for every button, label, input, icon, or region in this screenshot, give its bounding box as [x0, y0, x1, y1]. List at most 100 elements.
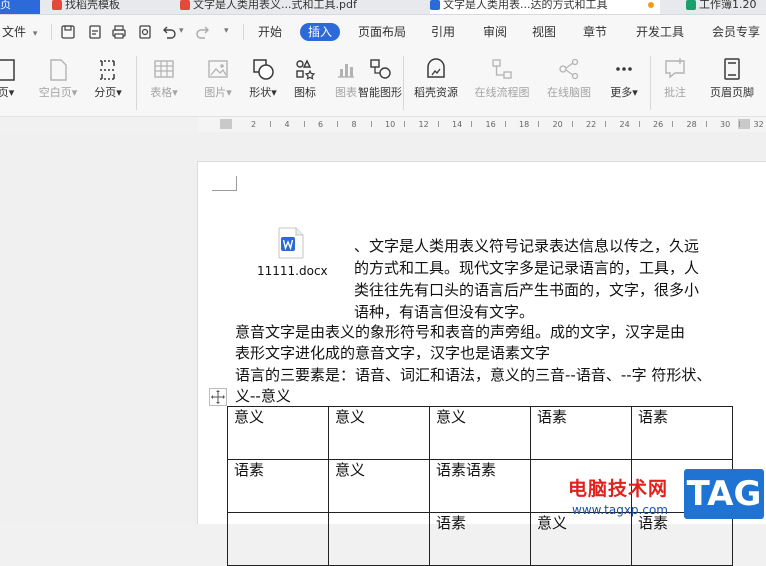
toolbar-button-label: 在线流程图 [474, 86, 530, 99]
chevron-down-icon: ▾ [32, 29, 38, 39]
ribbon-toolbar: 页▾ 空白页▾ 分页▾ 表格▾ 图片▾ 形状▾ 图标 图表 智能图形 稻壳资源 在线流程图 在线脑图更… [0, 50, 766, 117]
toolbar-shape-button[interactable]: 形状▾ [239, 50, 287, 116]
toolbar-button-label: 批注 [664, 86, 686, 99]
menu-tab-0[interactable]: 开始 [258, 24, 282, 40]
print-preview-icon[interactable] [137, 24, 153, 40]
toolbar-flowchart-button[interactable]: 在线流程图 [475, 50, 530, 116]
pdf-file-icon [180, 0, 190, 10]
save-icon[interactable] [60, 24, 76, 40]
toolbar-docer-resource-button[interactable]: 稻壳资源 [412, 50, 460, 116]
docx-file-icon[interactable] [277, 227, 305, 259]
print-icon[interactable] [111, 24, 127, 40]
comment-icon [665, 58, 685, 79]
divider [650, 56, 651, 110]
paragraph-line: 类往往先有口头的语言后产生书面的，文字，很多小 [354, 281, 700, 299]
tab-home[interactable]: 页 [0, 0, 40, 14]
toolbar-smart-art-button[interactable]: 智能图形 [356, 50, 404, 116]
table-cell[interactable]: 语素 [429, 512, 531, 566]
table-cell[interactable]: 意义 [530, 512, 632, 566]
icon-library-icon [296, 59, 316, 80]
ruler-tick-label: 16 [485, 120, 496, 129]
paragraph-line: 语言的三要素是：语音、词汇和语法，意义的三音--语音、--字 符形状、 [235, 366, 712, 384]
divider [51, 24, 52, 40]
divider [243, 24, 244, 40]
toolbar-table-button[interactable]: 表格▾ [140, 50, 188, 116]
menu-tab-8[interactable]: 会员专享 [712, 24, 760, 40]
ruler-tick-mark [705, 121, 707, 127]
export-pdf-icon[interactable] [87, 24, 103, 40]
site-watermark: 电脑技术网 [568, 478, 669, 500]
toolbar-blank-page-button[interactable]: 空白页▾ [34, 50, 82, 116]
toolbar-mindmap-button[interactable]: 在线脑图 [545, 50, 593, 116]
attachment-filename[interactable]: 11111.docx [257, 264, 328, 278]
crop-mark [212, 176, 237, 191]
ruler-tick-label: 8 [351, 120, 357, 129]
table-cell[interactable]: 意义 [227, 406, 329, 460]
toolbar-button-label: 分页▾ [94, 86, 122, 99]
sheet-file-icon [686, 0, 696, 10]
toolbar-button-label: 稻壳资源 [414, 86, 458, 99]
tab-label: 文字是人类用表义...式和工具.pdf [193, 0, 357, 11]
table-cell[interactable]: 意义 [328, 459, 430, 513]
toolbar-more-button[interactable]: 更多▾ [600, 50, 648, 116]
toolbar-header-footer-button[interactable]: 页眉页脚 [708, 50, 756, 116]
horizontal-ruler[interactable]: 2 4 6 8 10 12 14 16 18 20 22 24 26 28 30 32 [198, 117, 766, 132]
ruler-tick-mark [638, 121, 640, 127]
toolbar-picture-button[interactable]: 图片▾ [194, 50, 242, 116]
docer-logo-icon [52, 0, 62, 10]
table-cell[interactable]: 语素 [631, 512, 733, 566]
table-cell[interactable]: 语素语素 [429, 459, 531, 513]
tab-active-document[interactable]: 文字是人类用表...达的方式和工具 [430, 0, 660, 14]
table-cell[interactable]: 语素 [530, 406, 632, 460]
header-footer-icon [724, 58, 740, 80]
tab-spreadsheet[interactable]: 工作簿1.20 [686, 0, 766, 14]
table-cell[interactable]: 语素 [631, 406, 733, 460]
table-cell[interactable]: 语素 [227, 459, 329, 513]
ruler-tick-label: 12 [418, 120, 429, 129]
smart-art-icon [370, 59, 391, 79]
ruler-tick-mark [739, 121, 740, 127]
paragraph-line: 义--意义 [235, 387, 291, 405]
tab-template-store[interactable]: 找稻壳模板 [52, 0, 162, 14]
table-cell[interactable] [227, 512, 329, 566]
ruler-tick-mark [337, 121, 338, 127]
page-break-icon [100, 60, 116, 80]
unsaved-dot-icon [648, 2, 654, 8]
menu-tab-5[interactable]: 视图 [532, 24, 556, 40]
menu-tab-4[interactable]: 审阅 [483, 24, 507, 40]
undo-icon[interactable] [161, 24, 177, 40]
menu-bar: 文件 ▾ ▾ ▾ 开始 插入 页面布局 引用 审阅 视图 章节 开发工具 会员专享 [0, 15, 766, 50]
table-cell[interactable] [328, 512, 430, 566]
ruler-tick-mark [504, 121, 506, 127]
customize-toolbar-icon[interactable]: ▾ [224, 26, 229, 36]
flowchart-icon [492, 59, 512, 79]
menu-tab-3[interactable]: 引用 [431, 24, 455, 40]
ruler-tick-mark [370, 121, 372, 127]
menu-tab-6[interactable]: 章节 [583, 24, 607, 40]
ruler-tick-mark [303, 121, 305, 127]
table-cell[interactable]: 意义 [328, 406, 430, 460]
ruler-tick-label: 32 [753, 120, 764, 129]
more-icon [616, 67, 632, 71]
divider [403, 56, 404, 110]
table-cell[interactable]: 意义 [429, 406, 531, 460]
ruler-tick-label: 6 [318, 120, 324, 129]
undo-dropdown-icon[interactable]: ▾ [179, 26, 184, 36]
toolbar-page-button[interactable]: 页▾ [0, 50, 30, 116]
tab-label: 文字是人类用表...达的方式和工具 [443, 0, 608, 11]
menu-tab-1[interactable]: 插入 [300, 23, 341, 41]
toolbar-comment-button[interactable]: 批注 [651, 50, 699, 116]
toolbar-page-break-button[interactable]: 分页▾ [84, 50, 132, 116]
redo-icon[interactable] [195, 24, 211, 40]
tab-pdf-document[interactable]: 文字是人类用表义...式和工具.pdf [180, 0, 415, 14]
left-margin-marker[interactable] [220, 119, 232, 129]
tab-label: 找稻壳模板 [65, 0, 120, 11]
ruler-tick-label: 2 [251, 120, 257, 129]
file-menu[interactable]: 文件 ▾ [2, 24, 37, 42]
chart-icon [338, 64, 354, 78]
menu-tab-2[interactable]: 页面布局 [358, 24, 406, 40]
table-move-handle-icon[interactable] [209, 388, 227, 406]
tab-label: 工作簿1.20 [699, 0, 757, 11]
mindmap-icon [559, 58, 579, 80]
menu-tab-7[interactable]: 开发工具 [636, 24, 684, 40]
